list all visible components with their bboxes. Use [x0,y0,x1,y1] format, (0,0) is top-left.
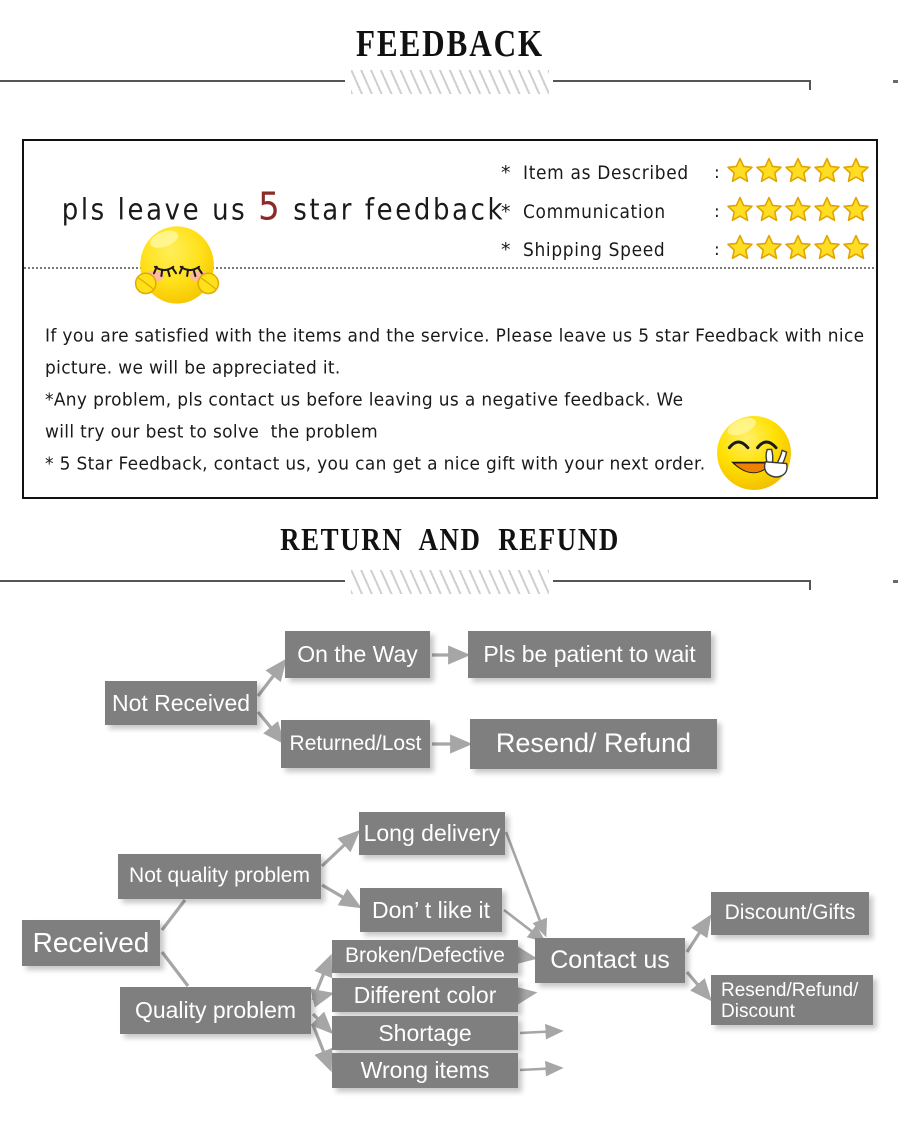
rating-label: Shipping Speed [523,240,666,262]
star-icon [843,196,869,222]
flow-node-quality-problem: Quality problem [120,987,311,1034]
rating-colon: : [714,202,720,222]
flow-node-discount-gifts: Discount/Gifts [711,892,869,935]
asterisk-icon: * [501,239,511,261]
headline-star-number: 5 [258,185,283,230]
headline-after: star feedback [282,193,506,228]
rule-line-right [553,580,811,582]
star-icon [756,157,782,183]
rule-end-tick [809,580,811,590]
flow-node-different-color: Different color [332,978,518,1012]
flow-node-long-delivery: Long delivery [359,812,505,855]
feedback-body-line: picture. we will be appreciated it. [45,358,341,379]
star-icon [756,234,782,260]
star-rating-group [726,234,876,266]
feedback-body-line: If you are satisfied with the items and … [45,326,865,347]
rating-label: Item as Described [523,163,689,185]
star-icon [843,157,869,183]
star-icon [843,234,869,260]
flow-node-resend-refund: Resend/ Refund [470,719,717,769]
rating-row-shipping-speed: * Shipping Speed : [501,234,876,271]
flow-node-not-quality: Not quality problem [118,854,321,899]
rule-end-tick [809,80,811,90]
star-rating-group [726,157,876,189]
hatch-decoration-icon [351,70,549,94]
star-icon [727,234,753,260]
rating-row-communication: * Communication : [501,196,876,233]
flow-node-on-the-way: On the Way [285,631,430,678]
hatch-decoration-icon [351,570,549,594]
star-icon [814,234,840,260]
flow-node-returned-lost: Returned/Lost [281,720,430,768]
asterisk-icon: * [501,162,511,184]
flow-node-dont-like-it: Don’ t like it [360,888,502,932]
star-icon [756,196,782,222]
star-rating-group [726,196,876,228]
feedback-body-line: *Any problem, pls contact us before leav… [45,390,684,411]
flow-node-not-received: Not Received [105,681,257,725]
feedback-headline: pls leave us 5 star feedback [40,157,506,230]
asterisk-icon: * [501,201,511,223]
feedback-body-line: * 5 Star Feedback, contact us, you can g… [45,454,706,475]
return-policy-flowchart: Not Received On the Way Pls be patient to … [0,600,900,1100]
flow-node-resend-refund-discount: Resend/Refund/ Discount [711,975,873,1025]
star-icon [814,157,840,183]
star-icon [727,157,753,183]
rule-end-dot [893,80,898,83]
star-icon [814,196,840,222]
star-icon [785,157,811,183]
feedback-body-line: will try our best to solve the problem [45,422,379,443]
flow-node-wrong-items: Wrong items [332,1053,518,1088]
page-title-feedback: FEEDBACK [355,23,545,65]
flow-node-pls-be-patient: Pls be patient to wait [468,631,711,678]
decorative-rule-return [0,566,900,596]
page-title-return-and-refund: RETURN AND REFUND [280,521,620,557]
peace-sign-smiley-emoji [717,416,791,490]
star-icon [785,234,811,260]
rule-end-dot [893,580,898,583]
star-icon [727,196,753,222]
flow-node-received: Received [22,920,160,966]
rule-line-left [0,80,345,82]
rule-line-left [0,580,345,582]
shy-smiley-emoji [134,226,220,304]
star-icon [785,196,811,222]
flow-node-contact-us: Contact us [535,938,685,983]
flow-node-shortage: Shortage [332,1016,518,1050]
decorative-rule-feedback [0,66,900,96]
flow-node-broken-defective: Broken/Defective [332,940,518,973]
rating-row-item-as-described: * Item as Described : [501,157,876,194]
rating-label: Communication [523,202,666,224]
rule-line-right [553,80,811,82]
rating-colon: : [714,163,720,183]
rating-colon: : [714,240,720,260]
